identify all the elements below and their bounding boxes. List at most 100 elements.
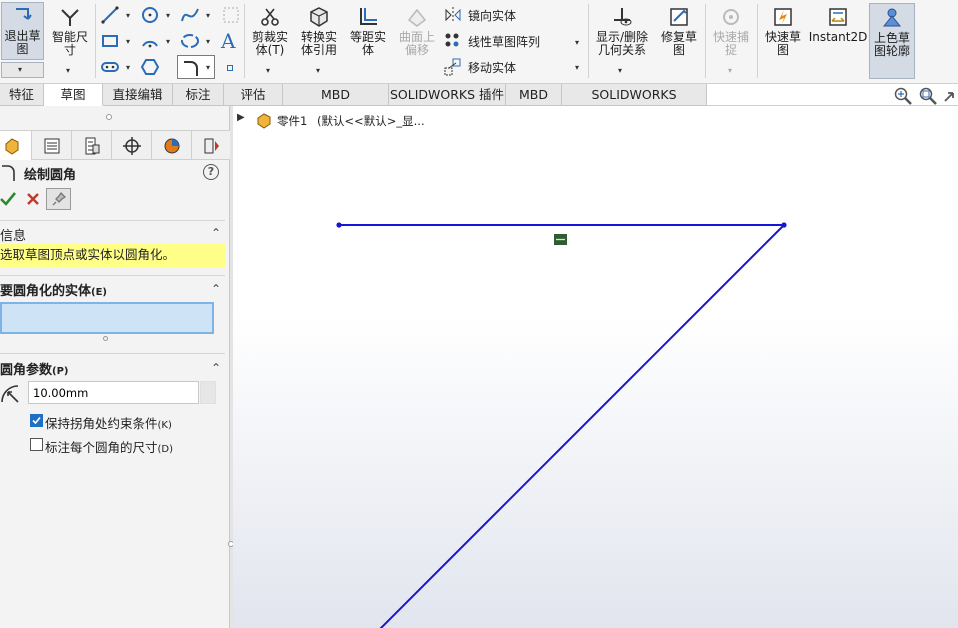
tab-solidworks-inspection[interactable]: SOLIDWORKS Inspection [562,84,707,123]
fillet-radius-icon [1,385,19,403]
convert-label: 转换实 体引用 [300,30,337,57]
tab-markup[interactable]: 标注 [173,84,224,106]
feature-manager-icon [5,137,18,155]
panel-splitter-handle[interactable] [106,114,112,120]
spline-icon[interactable] [180,5,200,25]
keep-corner-checkbox[interactable] [30,414,43,427]
keep-visible-button[interactable] [46,188,71,210]
graphics-area[interactable]: ▶ 零件1 (默认<<默认>_显... [233,106,958,628]
plane-icon [223,7,239,23]
trim-label: 剪裁实 体(T) [251,30,288,57]
text-icon[interactable]: A [221,29,235,53]
configuration-manager-tab[interactable] [72,131,112,160]
cancel-button[interactable] [25,190,41,208]
dimxpert-manager-tab[interactable] [112,131,152,160]
tab-mbd-dimensions[interactable]: MBD Dimensions [283,84,389,123]
tab-direct-editing[interactable]: 直接编辑 [103,84,173,106]
display-manager-tab[interactable] [152,131,192,160]
smart-dimension-button[interactable]: 智能尺 寸 [49,6,91,57]
move-label: 移动实体 [468,60,517,75]
smart-dimension-dropdown[interactable]: ▾ [66,66,70,75]
mirror-entities-button[interactable]: 镜向实体 [444,6,516,24]
convert-entities-button[interactable]: 转换实 体引用 [297,6,341,57]
dimension-each-text: 标注每个圆角的尺寸 [45,440,158,455]
linear-pattern-dropdown[interactable]: ▾ [575,38,579,47]
offset-icon [360,8,377,25]
exit-sketch-dropdown[interactable]: ▾ [1,62,44,78]
sketch-endpoint[interactable] [336,222,342,228]
exit-sketch-button[interactable]: 退出草 图 [1,2,44,60]
configuration-manager-icon [85,137,99,154]
zoom-to-fit-icon[interactable] [893,86,913,106]
property-manager-icon [44,138,59,153]
shaded-contours-icon [882,8,902,27]
params-section-title: 圆角参数(P) [0,359,69,378]
sketch-line-diagonal[interactable] [379,224,785,628]
dimension-each-checkbox[interactable] [30,438,43,451]
rapid-sketch-label: 快速草 图 [764,30,801,57]
entities-selection-box[interactable] [0,302,214,334]
manager-tabs [0,130,232,160]
tab-solidworks-addins[interactable]: SOLIDWORKS 插件 [389,84,506,106]
instant2d-button[interactable]: Instant2D [809,6,867,44]
linear-pattern-label: 线性草图阵列 [468,34,541,49]
ok-button[interactable] [0,190,17,208]
circle-icon[interactable] [140,5,160,25]
rapid-sketch-button[interactable]: 快速草 图 [761,6,805,57]
move-dropdown[interactable]: ▾ [575,63,579,72]
ellipse-icon[interactable] [180,31,200,51]
rectangle-icon[interactable] [100,31,120,51]
repair-sketch-button[interactable]: 修复草 图 [657,6,701,57]
command-manager-tabs: 特征 草图 直接编辑 标注 评估 MBD Dimensions SOLIDWOR… [0,84,958,123]
point-icon[interactable] [227,65,233,71]
offset-entities-button[interactable]: 等距实 体 [346,6,390,57]
tab-mbd[interactable]: MBD [506,84,562,106]
fillet-radius-spinner[interactable] [200,381,216,404]
offset-label: 等距实 体 [349,30,386,57]
cam-manager-tab[interactable] [192,131,232,160]
linear-pattern-button[interactable]: 线性草图阵列 [444,32,540,50]
close-icon [27,193,39,205]
polygon-icon[interactable] [140,57,160,77]
slot-icon[interactable] [100,57,120,77]
feature-manager-tab[interactable] [0,131,32,160]
tab-evaluate[interactable]: 评估 [224,84,283,106]
display-manager-icon [164,138,179,153]
params-collapse-icon[interactable]: ⌃ [211,361,221,375]
exit-sketch-icon [15,8,32,20]
trim-entities-button[interactable]: 剪裁实 体(T) [248,6,292,57]
property-manager-tab[interactable] [32,131,72,160]
selection-box-resize-handle[interactable] [103,336,108,341]
offset-surface-label: 曲面上 偏移 [398,30,435,57]
params-section-label: 圆角参数 [0,363,53,378]
property-manager-panel: 绘制圆角 ? 信息 ⌃ 选取草图顶点或实体以圆角化。 要圆角化的实体(E) ⌃ … [0,106,232,628]
offset-on-surface-button[interactable]: 曲面上 偏移 [395,6,439,57]
trim-icon [261,8,279,26]
sketch-fillet-button[interactable]: ▾ [177,55,215,79]
entities-section-label: 要圆角化的实体 [0,284,92,299]
zoom-to-area-icon[interactable] [918,86,938,106]
line-icon[interactable] [100,5,120,25]
sketch-canvas[interactable] [233,106,958,628]
tab-sketch[interactable]: 草图 [44,84,103,106]
info-collapse-icon[interactable]: ⌃ [211,226,221,240]
mirror-label: 镜向实体 [468,8,517,23]
linear-pattern-icon [445,33,459,47]
sketch-corner-vertex[interactable] [781,222,787,228]
tab-features[interactable]: 特征 [0,84,44,106]
entities-collapse-icon[interactable]: ⌃ [211,282,221,296]
checkbox-check-icon [32,416,41,425]
help-icon[interactable]: ? [203,164,219,180]
quick-snaps-button[interactable]: 快速捕 捉 [709,6,753,57]
horizontal-relation-icon[interactable] [554,234,567,245]
sketch-fillet-icon [184,61,198,76]
fillet-radius-input[interactable] [28,381,199,404]
previous-view-icon[interactable] [942,86,958,106]
dimension-each-shortcut: (D) [157,444,174,455]
display-delete-relations-button[interactable]: 显示/删除 几何关系 [592,6,652,57]
panel-title: 绘制圆角 [24,168,77,183]
shaded-sketch-contours-button[interactable]: 上色草 图轮廓 [869,3,915,79]
move-entities-button[interactable]: 移动实体 [444,58,516,76]
smart-dimension-icon [61,9,79,26]
arc-icon[interactable] [140,31,160,51]
